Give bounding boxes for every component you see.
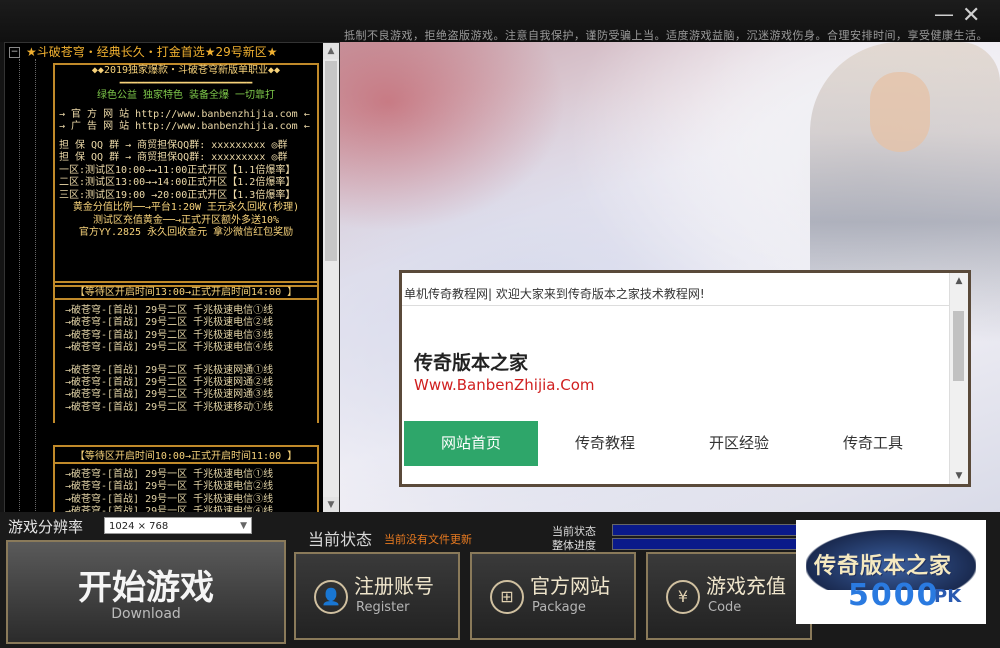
minimize-button[interactable]: — — [934, 4, 954, 24]
recharge-label: 游戏充值 — [706, 574, 786, 598]
official-site-button[interactable]: ⊞ 官方网站 Package — [470, 552, 636, 640]
tree-root[interactable]: − ★斗破苍穹・经典长久・打金首选★29号新区★ — [9, 43, 278, 60]
embedded-web-view[interactable]: 单机传奇教程网| 欢迎大家来到传奇版本之家技术教程网! 传奇版本之家 Www.B… — [399, 270, 971, 487]
tree-connector — [35, 59, 36, 513]
tree-root-label: ★斗破苍穹・经典长久・打金首选★29号新区★ — [26, 45, 278, 59]
official-site-label: 官方网站 — [530, 574, 610, 598]
announcement-line: 官方YY.2825 永久回收金元 拿沙微信红包奖励 — [78, 227, 294, 238]
scroll-up-icon[interactable]: ▲ — [950, 273, 968, 289]
recharge-sublabel: Code — [708, 600, 742, 615]
server-list-panel[interactable]: − ★斗破苍穹・经典长久・打金首选★29号新区★ ◆◆2019独家爆款・斗破苍穹新… — [4, 42, 340, 514]
user-icon: 👤 — [314, 580, 348, 614]
scroll-thumb[interactable] — [325, 61, 337, 261]
announcement-line: ◆◆2019独家爆款・斗破苍穹新版单职业◆◆ — [91, 65, 281, 76]
welcome-marquee: 单机传奇教程网| 欢迎大家来到传奇版本之家技术教程网! — [404, 287, 705, 301]
resolution-select[interactable]: 1024 × 768 ▼ — [104, 517, 252, 534]
scroll-up-icon[interactable]: ▲ — [323, 43, 339, 59]
announcement-line: → 官 方 网 站 http://www.banbenzhijia.com ← — [59, 108, 310, 120]
nav-item[interactable]: 开区经验 — [672, 421, 806, 466]
announcement-line: 测试区充值黄金──→正式开区额外多送10% — [92, 214, 280, 226]
logo-pk: PK — [934, 586, 962, 607]
control-panel: 游戏分辨率 1024 × 768 ▼ 当前状态 当前没有文件更新 当前状态 整体… — [0, 512, 1000, 648]
total-progress-label: 整体进度 — [552, 539, 596, 552]
server-item[interactable]: →破苍穹-[首战] 29号二区 千兆极速电信③线 — [65, 330, 273, 342]
start-game-label: 开始游戏 — [78, 568, 214, 608]
announcement-line: ━━━━━━━━━━━━━━━━━━━━━━ — [119, 77, 253, 89]
announcement-box: ◆◆2019独家爆款・斗破苍穹新版单职业◆◆ ━━━━━━━━━━━━━━━━━━… — [53, 63, 319, 287]
server-item[interactable]: →破苍穹-[首战] 29号二区 千兆极速电信④线 — [65, 342, 273, 354]
server-item[interactable]: →破苍穹-[首战] 29号二区 千兆极速电信①线 — [65, 305, 273, 317]
resolution-label: 游戏分辨率 — [8, 518, 84, 536]
scroll-down-icon[interactable]: ▼ — [950, 468, 968, 484]
nav-item[interactable]: 网站首页 — [404, 421, 538, 466]
site-nav: 网站首页 传奇教程 开区经验 传奇工具 — [404, 421, 950, 466]
announcement-line: 担 保 QQ 群 → 商贸担保QQ群: xxxxxxxxx ◎群 — [59, 139, 288, 151]
nav-item[interactable]: 传奇教程 — [538, 421, 672, 466]
group-title-1st-zone[interactable]: 【等待区开启时间10:00→正式开启时间11:00 】 — [53, 445, 319, 464]
server-item[interactable]: →破苍穹-[首战] 29号二区 千兆极速网通③线 — [65, 389, 273, 401]
scroll-thumb[interactable] — [953, 311, 964, 381]
brand-logo: 传奇版本之家 5000 PK — [796, 520, 986, 624]
announcement-line: 二区:测试区13:00→→14:00正式开区【1.2倍爆率】 — [59, 177, 296, 188]
resolution-value: 1024 × 768 — [109, 521, 169, 532]
server-item[interactable]: →破苍穹-[首战] 29号一区 千兆极速电信②线 — [65, 481, 273, 493]
web-scrollbar[interactable]: ▲ ▼ — [949, 273, 968, 484]
gift-icon: ⊞ — [490, 580, 524, 614]
server-item[interactable]: →破苍穹-[首战] 29号二区 千兆极速移动①线 — [65, 402, 273, 414]
collapse-toggle-icon[interactable]: − — [9, 47, 20, 58]
launcher-window: 抵制不良游戏，拒绝盗版游戏。注意自我保护，谨防受骗上当。适度游戏益脑，沉迷游戏伤… — [0, 0, 1000, 648]
official-site-sublabel: Package — [532, 600, 586, 615]
register-button[interactable]: 👤 注册账号 Register — [294, 552, 460, 640]
chevron-down-icon[interactable]: ▼ — [240, 518, 247, 535]
announcement-line: 三区:测试区19:00 →20:00正式开区【1.3倍爆率】 — [59, 189, 296, 201]
logo-number: 5000 — [848, 578, 940, 613]
server-item[interactable]: →破苍穹-[首战] 29号二区 千兆极速网通②线 — [65, 377, 273, 389]
total-progress-bar — [612, 538, 798, 550]
start-game-sublabel: Download — [111, 606, 181, 622]
title-bar: 抵制不良游戏，拒绝盗版游戏。注意自我保护，谨防受骗上当。适度游戏益脑，沉迷游戏伤… — [0, 0, 1000, 42]
announcement-line: 绿色公益 独家特色 装备全爆 一切靠打 — [96, 90, 276, 101]
server-item[interactable]: →破苍穹-[首战] 29号一区 千兆极速电信③线 — [65, 494, 273, 506]
group-title-2nd-zone[interactable]: 【等待区开启时间13:00→正式开启时间14:00 】 — [53, 281, 319, 300]
scroll-down-icon[interactable]: ▼ — [323, 497, 339, 513]
logo-text: 传奇版本之家 — [814, 554, 953, 579]
server-item[interactable]: →破苍穹-[首战] 29号二区 千兆极速网通①线 — [65, 365, 273, 377]
close-button[interactable]: ✕ — [962, 5, 980, 27]
site-url[interactable]: Www.BanbenZhijia.Com — [414, 376, 595, 394]
announcement-line: 担 保 QQ 群 → 商贸担保QQ群: xxxxxxxxx ◎群 — [59, 152, 288, 163]
recharge-button[interactable]: ¥ 游戏充值 Code — [646, 552, 812, 640]
server-item[interactable]: →破苍穹-[首战] 29号二区 千兆极速电信②线 — [65, 317, 273, 329]
announcement-line: → 广 告 网 站 http://www.banbenzhijia.com ← — [59, 121, 310, 132]
server-item[interactable]: →破苍穹-[首战] 29号一区 千兆极速电信①线 — [65, 469, 273, 481]
site-title: 传奇版本之家 — [414, 352, 529, 374]
tree-scrollbar[interactable]: ▲ ▼ — [323, 43, 339, 513]
register-sublabel: Register — [356, 600, 410, 615]
register-label: 注册账号 — [354, 574, 434, 598]
health-notice: 抵制不良游戏，拒绝盗版游戏。注意自我保护，谨防受骗上当。适度游戏益脑，沉迷游戏伤… — [344, 29, 988, 42]
status-label: 当前状态 — [308, 530, 373, 549]
nav-item[interactable]: 传奇工具 — [806, 421, 940, 466]
start-game-button[interactable]: 开始游戏 Download — [6, 540, 286, 644]
announcement-line: 黄金分值比例──→平台1:20W 王元永久回收(秒理) — [72, 202, 300, 213]
yen-icon: ¥ — [666, 580, 700, 614]
announcement-line: 一区:测试区10:00→→11:00正式开区【1.1倍爆率】 — [59, 164, 296, 176]
tree-connector — [19, 59, 20, 513]
status-text: 当前没有文件更新 — [384, 533, 472, 546]
current-progress-bar — [612, 524, 798, 536]
